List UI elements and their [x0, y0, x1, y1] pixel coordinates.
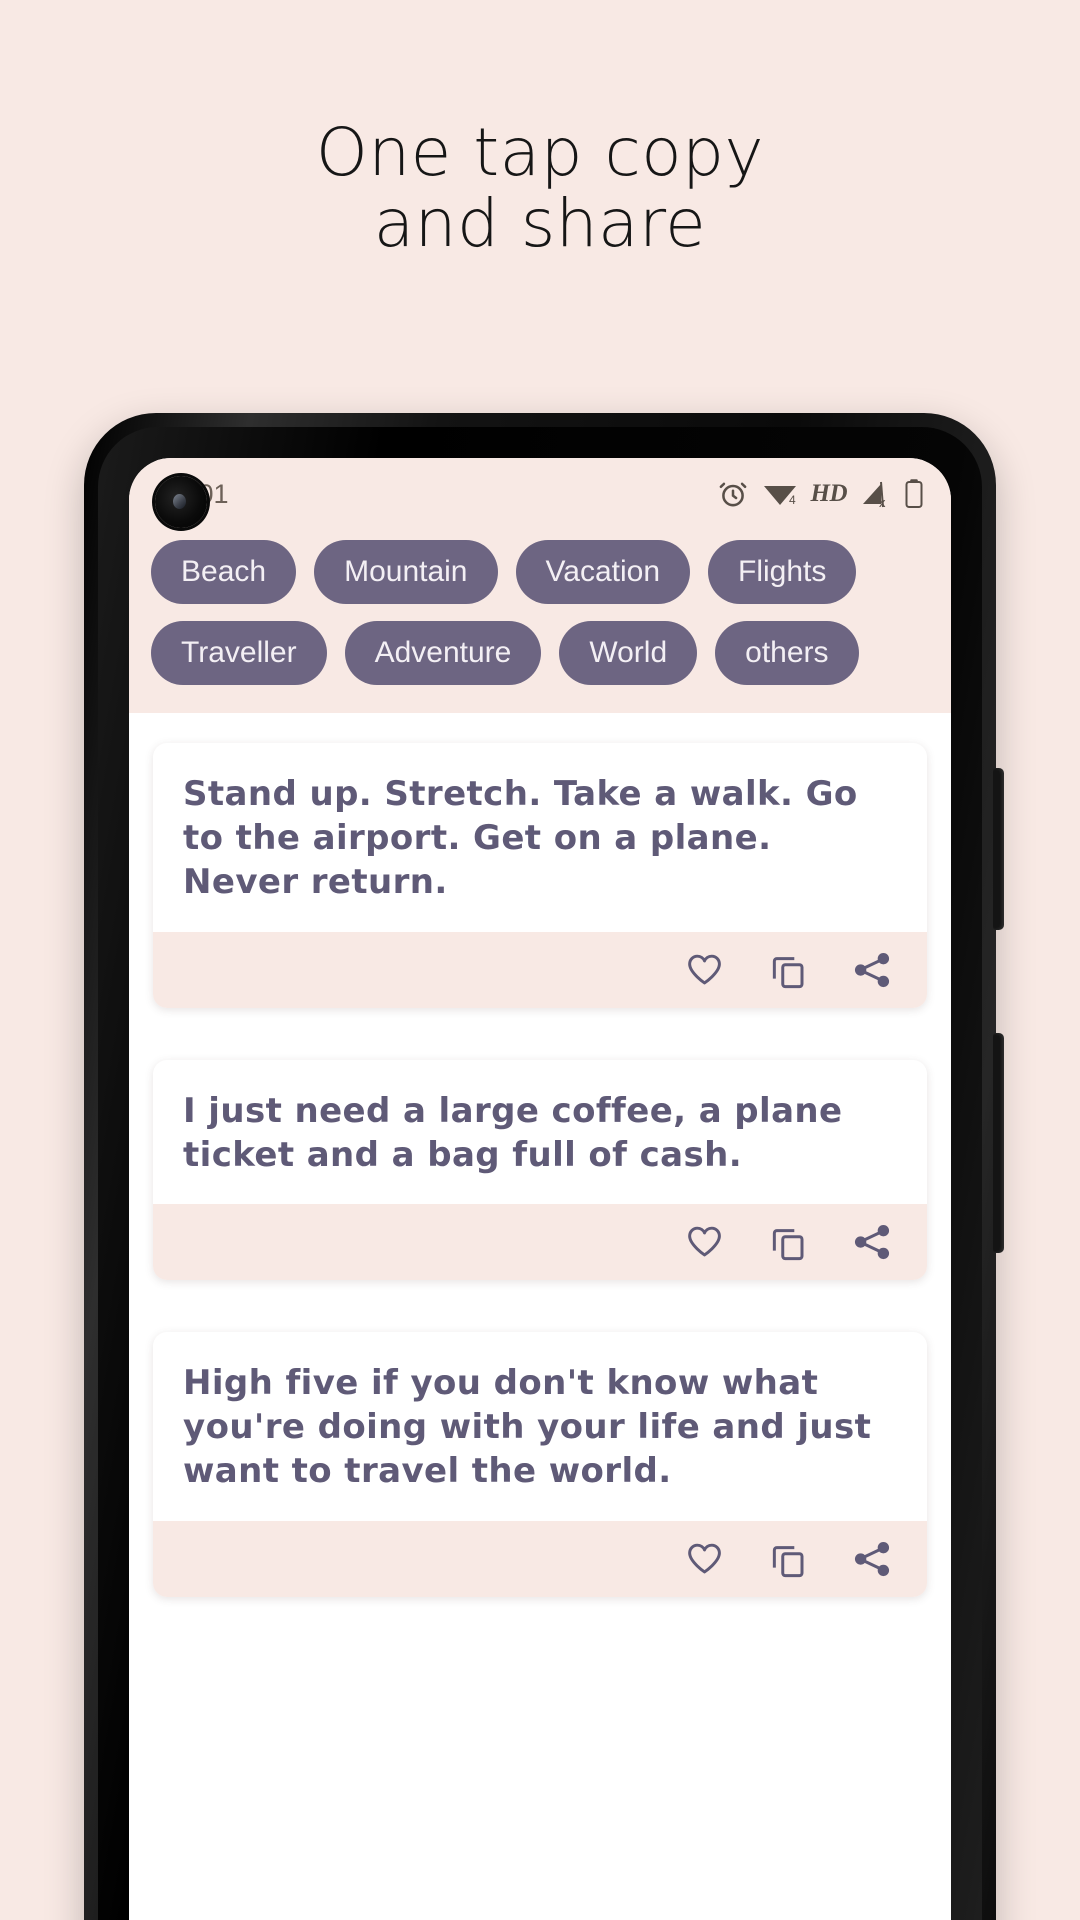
copy-icon[interactable]: [767, 1221, 809, 1263]
chip-vacation[interactable]: Vacation: [515, 540, 691, 604]
phone-bezel: 11:01: [98, 427, 982, 1920]
chip-adventure[interactable]: Adventure: [344, 621, 542, 685]
quote-card[interactable]: Stand up. Stretch. Take a walk. Go to th…: [153, 743, 927, 1008]
battery-icon: [903, 478, 925, 510]
phone-device-frame: 11:01: [84, 413, 1004, 1920]
promo-screenshot: One tap copy and share 11:01: [0, 0, 1080, 1920]
copy-icon[interactable]: [767, 949, 809, 991]
favorite-icon[interactable]: [683, 1221, 725, 1263]
quote-list[interactable]: Stand up. Stretch. Take a walk. Go to th…: [129, 713, 951, 1920]
chip-flights[interactable]: Flights: [708, 540, 857, 604]
volume-button[interactable]: [993, 768, 1004, 930]
quote-action-bar: [153, 1203, 927, 1280]
quote-card[interactable]: High five if you don't know what you're …: [153, 1331, 927, 1597]
svg-text:x: x: [879, 495, 886, 509]
quote-text: Stand up. Stretch. Take a walk. Go to th…: [183, 774, 858, 903]
hd-icon: HD: [810, 480, 848, 507]
power-button[interactable]: [993, 1033, 1004, 1253]
quote-action-bar: [153, 931, 927, 1008]
share-icon[interactable]: [851, 1221, 893, 1263]
wifi-icon: 4: [762, 479, 798, 509]
chip-traveller[interactable]: Traveller: [151, 621, 327, 685]
chip-row-2: Traveller Adventure World others: [151, 621, 929, 685]
front-camera-punch-hole: [155, 476, 207, 528]
quote-action-bar: [153, 1520, 927, 1597]
category-chip-area: Beach Mountain Vacation Flights Travelle…: [129, 530, 951, 713]
share-icon[interactable]: [851, 949, 893, 991]
status-icons: 4 HD x: [717, 478, 926, 510]
chip-mountain[interactable]: Mountain: [314, 540, 498, 604]
favorite-icon[interactable]: [683, 1538, 725, 1580]
phone-screen: 11:01: [129, 458, 951, 1920]
signal-off-icon: x: [860, 479, 890, 509]
alarm-icon: [717, 478, 749, 510]
page-title: One tap copy and share: [315, 114, 765, 262]
chip-others[interactable]: others: [715, 621, 859, 685]
svg-text:4: 4: [789, 493, 796, 507]
quote-text: I just need a large coffee, a plane tick…: [183, 1090, 843, 1175]
share-icon[interactable]: [851, 1538, 893, 1580]
quote-text: High five if you don't know what you're …: [183, 1362, 872, 1492]
copy-icon[interactable]: [767, 1538, 809, 1580]
chip-world[interactable]: World: [559, 621, 698, 685]
quote-card[interactable]: I just need a large coffee, a plane tick…: [153, 1059, 927, 1280]
favorite-icon[interactable]: [683, 949, 725, 991]
status-bar: 11:01: [129, 458, 951, 530]
chip-row-1: Beach Mountain Vacation Flights: [151, 540, 929, 604]
chip-beach[interactable]: Beach: [151, 540, 297, 604]
